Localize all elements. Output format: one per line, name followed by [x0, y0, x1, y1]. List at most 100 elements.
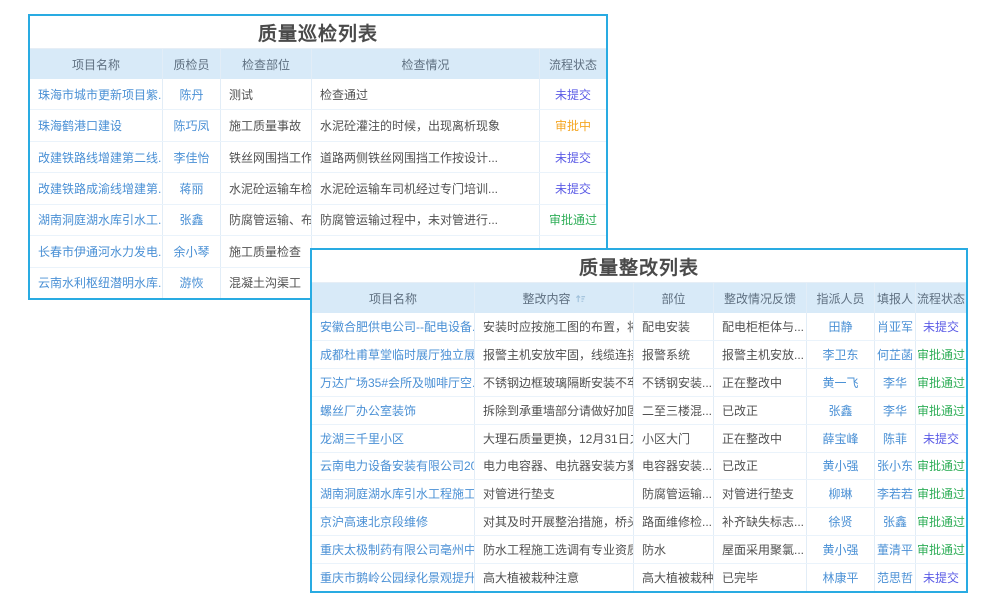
project-name-link[interactable]: 云南水利枢纽潜明水库... [30, 268, 163, 298]
assignee-name: 李卫东 [807, 341, 875, 368]
table-row: 万达广场35#会所及咖啡厅空...不锈钢边框玻璃隔断安装不牢...不锈钢安装..… [312, 368, 966, 396]
project-name-link[interactable]: 云南电力设备安装有限公司20... [312, 453, 475, 480]
check-part: 测试 [221, 79, 312, 109]
rectify-feedback: 已改正 [714, 397, 807, 424]
project-name-link[interactable]: 改建铁路成渝线增建第... [30, 173, 163, 203]
col-header-flow-status: 流程状态 [916, 283, 966, 313]
col-header-flow-status: 流程状态 [540, 49, 606, 79]
table-row: 湖南洞庭湖水库引水工...张鑫防腐管运输、布管防腐管运输过程中，未对管进行...… [30, 204, 606, 235]
status-badge: 未提交 [916, 313, 966, 340]
col-header-check-part: 检查部位 [221, 49, 312, 79]
reporter-name: 肖亚军 [875, 313, 916, 340]
project-name-link[interactable]: 珠海鹤港口建设 [30, 110, 163, 140]
rectification-table-title: 质量整改列表 [312, 250, 966, 283]
rectify-part: 配电安装 [634, 313, 714, 340]
project-name-link[interactable]: 长春市伊通河水力发电... [30, 236, 163, 266]
table-row: 成都杜甫草堂临时展厅独立展...报警主机安放牢固，线缆连接...报警系统报警主机… [312, 340, 966, 368]
status-badge: 审批通过 [916, 397, 966, 424]
rectification-table-header-row: 项目名称整改内容部位整改情况反馈指派人员填报人流程状态 [312, 283, 966, 313]
table-row: 安徽合肥供电公司--配电设备...安装时应按施工图的布置，将...配电安装配电柜… [312, 313, 966, 340]
rectify-content: 报警主机安放牢固，线缆连接... [475, 341, 634, 368]
col-header-project-name: 项目名称 [30, 49, 163, 79]
check-part: 铁丝网围挡工作检查 [221, 142, 312, 172]
project-name-link[interactable]: 珠海市城市更新项目紫... [30, 79, 163, 109]
table-row: 改建铁路成渝线增建第...蒋丽水泥砼运输车检查水泥砼运输车司机经过专门培训...… [30, 172, 606, 203]
status-badge: 未提交 [916, 564, 966, 591]
col-header-project-name: 项目名称 [312, 283, 475, 313]
rectify-part: 小区大门 [634, 425, 714, 452]
rectify-content: 大理石质量更换，12月31日之... [475, 425, 634, 452]
column-header-label: 指派人员 [816, 290, 864, 307]
project-name-link[interactable]: 龙湖三千里小区 [312, 425, 475, 452]
project-name-link[interactable]: 万达广场35#会所及咖啡厅空... [312, 369, 475, 396]
col-header-inspector: 质检员 [163, 49, 221, 79]
reporter-name: 董清平 [875, 536, 916, 563]
column-header-label: 质检员 [173, 56, 209, 73]
status-badge: 审批通过 [916, 341, 966, 368]
rectify-feedback: 已完毕 [714, 564, 807, 591]
column-header-label: 项目名称 [369, 290, 417, 307]
assignee-name: 林康平 [807, 564, 875, 591]
reporter-name: 张小东 [875, 453, 916, 480]
col-header-rectify-content[interactable]: 整改内容 [475, 283, 634, 313]
project-name-link[interactable]: 重庆太极制药有限公司亳州中... [312, 536, 475, 563]
column-header-label: 整改内容 [522, 290, 570, 307]
project-name-link[interactable]: 螺丝厂办公室装饰 [312, 397, 475, 424]
rectify-feedback: 配电柜柜体与... [714, 313, 807, 340]
project-name-link[interactable]: 京沪高速北京段维修 [312, 508, 475, 535]
table-row: 湖南洞庭湖水库引水工程施工标对管进行垫支防腐管运输...对管进行垫支柳琳李若若审… [312, 479, 966, 507]
rectify-content: 对管进行垫支 [475, 480, 634, 507]
project-name-link[interactable]: 湖南洞庭湖水库引水工程施工标 [312, 480, 475, 507]
reporter-name: 李若若 [875, 480, 916, 507]
assignee-name: 黄一飞 [807, 369, 875, 396]
rectify-feedback: 补齐缺失标志... [714, 508, 807, 535]
project-name-link[interactable]: 改建铁路线增建第二线... [30, 142, 163, 172]
assignee-name: 薛宝峰 [807, 425, 875, 452]
rectify-content: 安装时应按施工图的布置，将... [475, 313, 634, 340]
check-situation: 检查通过 [312, 79, 540, 109]
check-part: 防腐管运输、布管 [221, 205, 312, 235]
inspector-name: 陈丹 [163, 79, 221, 109]
column-header-label: 部位 [661, 290, 685, 307]
rectify-part: 不锈钢安装... [634, 369, 714, 396]
reporter-name: 陈菲 [875, 425, 916, 452]
inspector-name: 余小琴 [163, 236, 221, 266]
check-situation: 道路两侧铁丝网围挡工作按设计... [312, 142, 540, 172]
rectify-feedback: 已改正 [714, 453, 807, 480]
check-situation: 水泥砼灌注的时候，出现离析现象 [312, 110, 540, 140]
project-name-link[interactable]: 重庆市鹅岭公园绿化景观提升... [312, 564, 475, 591]
column-header-label: 项目名称 [72, 56, 120, 73]
inspector-name: 陈巧凤 [163, 110, 221, 140]
inspector-name: 游恢 [163, 268, 221, 298]
column-header-label: 检查部位 [242, 56, 290, 73]
column-header-label: 流程状态 [917, 290, 965, 307]
col-header-rectify-feedback: 整改情况反馈 [714, 283, 807, 313]
status-badge: 审批通过 [916, 508, 966, 535]
status-badge: 审批通过 [916, 536, 966, 563]
rectify-feedback: 正在整改中 [714, 369, 807, 396]
reporter-name: 李华 [875, 369, 916, 396]
rectify-part: 二至三楼混... [634, 397, 714, 424]
rectify-feedback: 对管进行垫支 [714, 480, 807, 507]
project-name-link[interactable]: 安徽合肥供电公司--配电设备... [312, 313, 475, 340]
assignee-name: 张鑫 [807, 397, 875, 424]
check-part: 施工质量事故 [221, 110, 312, 140]
rectify-content: 防水工程施工选调有专业资质... [475, 536, 634, 563]
inspector-name: 张鑫 [163, 205, 221, 235]
check-part: 水泥砼运输车检查 [221, 173, 312, 203]
table-row: 云南电力设备安装有限公司20...电力电容器、电抗器安装方案...电容器安装..… [312, 452, 966, 480]
table-row: 螺丝厂办公室装饰拆除到承重墙部分请做好加固...二至三楼混...已改正张鑫李华审… [312, 396, 966, 424]
rectify-content: 电力电容器、电抗器安装方案... [475, 453, 634, 480]
rectify-part: 高大植被栽种 [634, 564, 714, 591]
column-header-label: 检查情况 [401, 56, 449, 73]
table-row: 重庆太极制药有限公司亳州中...防水工程施工选调有专业资质...防水屋面采用聚氯… [312, 535, 966, 563]
assignee-name: 黄小强 [807, 453, 875, 480]
status-badge: 未提交 [540, 79, 606, 109]
project-name-link[interactable]: 成都杜甫草堂临时展厅独立展... [312, 341, 475, 368]
status-badge: 审批通过 [916, 480, 966, 507]
status-badge: 审批通过 [540, 205, 606, 235]
check-part: 混凝土沟渠工 [221, 268, 312, 298]
check-part: 施工质量检查 [221, 236, 312, 266]
rectify-part: 电容器安装... [634, 453, 714, 480]
project-name-link[interactable]: 湖南洞庭湖水库引水工... [30, 205, 163, 235]
